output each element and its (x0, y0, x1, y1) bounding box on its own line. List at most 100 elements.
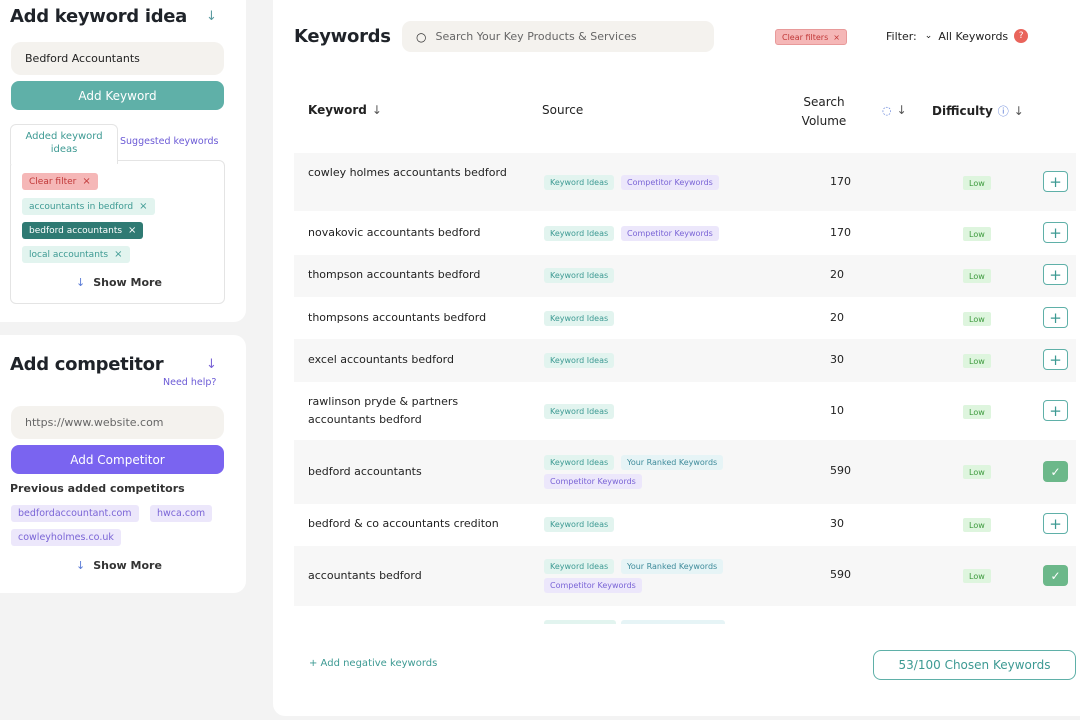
keyword-cell: bedford & co accountants crediton (308, 517, 499, 530)
add-keyword-row-button[interactable]: + (1043, 400, 1068, 421)
keyword-chip[interactable]: accountants in bedford × (22, 198, 155, 215)
table-row: excel accountants bedford Keyword Ideas … (294, 339, 1076, 382)
column-header-label: Search (803, 95, 845, 109)
column-header-source: Source (542, 103, 584, 117)
chevron-down-icon: ⌄ (924, 31, 933, 41)
difficulty-badge: Low (963, 227, 991, 241)
source-tag: Competitor Keywords (544, 578, 642, 593)
competitor-chip[interactable]: bedfordaccountant.com (11, 505, 139, 522)
source-tag: Keyword Ideas (544, 455, 615, 470)
plus-icon: + (1049, 308, 1062, 327)
need-help-link[interactable]: Need help? (163, 377, 216, 388)
clear-filter-label: Clear filter (29, 176, 77, 187)
add-keyword-row-button[interactable]: + (1043, 171, 1068, 192)
search-volume-cell: 170 (830, 226, 851, 239)
arrow-down-icon: ↓ (76, 559, 86, 572)
source-tag: Your Ranked Keywords (621, 559, 724, 574)
close-icon[interactable]: × (114, 249, 122, 260)
competitor-chip[interactable]: cowleyholmes.co.uk (11, 529, 121, 546)
clear-filters-button[interactable]: Clear filters × (775, 29, 847, 45)
difficulty-badge: Low (963, 465, 991, 479)
info-icon[interactable]: ◌ (882, 104, 892, 117)
close-icon[interactable]: × (139, 201, 147, 212)
search-volume-cell: 30 (830, 353, 844, 366)
difficulty-badge: Low (963, 269, 991, 283)
source-tag: Competitor Keywords (544, 474, 642, 489)
keyword-chip[interactable]: local accountants × (22, 246, 130, 263)
keyword-added-button[interactable]: ✓ (1043, 461, 1068, 482)
sort-icon[interactable]: ↓ (372, 103, 382, 117)
filter-value: All Keywords (938, 29, 1009, 43)
difficulty-badge: Low (963, 354, 991, 368)
plus-icon: + (1049, 514, 1062, 533)
close-icon[interactable]: × (82, 176, 90, 187)
chosen-keywords-button[interactable]: 53/100 Chosen Keywords (873, 650, 1076, 680)
difficulty-badge: Low (963, 518, 991, 532)
keyword-cell: bedford accountants (308, 465, 422, 478)
source-tag: Keyword Ideas (544, 311, 615, 326)
filter-label: Filter: (886, 29, 917, 43)
sort-icon[interactable]: ↓ (897, 103, 907, 117)
volume-sort-controls[interactable]: ◌ ↓ (877, 103, 907, 117)
arrow-down-icon: ↓ (76, 276, 86, 289)
source-tag: Keyword Ideas (544, 353, 615, 368)
clear-filter-chip[interactable]: Clear filter × (22, 173, 98, 190)
search-volume-cell: 20 (830, 311, 844, 324)
search-volume-cell: 170 (830, 175, 851, 188)
close-icon[interactable]: × (128, 225, 136, 236)
info-icon[interactable]: ⓘ (998, 105, 1009, 118)
column-header-search-volume[interactable]: Search Volume (798, 93, 850, 131)
table-row-clipped (294, 616, 1076, 624)
filter-dropdown[interactable]: Filter: ⌄ All Keywords ? (886, 29, 1029, 43)
add-keyword-row-button[interactable]: + (1043, 307, 1068, 328)
search-volume-cell: 590 (830, 464, 851, 477)
table-row: rawlinson pryde & partners accountants b… (294, 382, 1076, 440)
source-tag: Competitor Keywords (621, 226, 719, 241)
column-header-label: Volume (801, 114, 847, 128)
tab-suggested-keywords[interactable]: Suggested keywords (120, 136, 218, 147)
difficulty-badge: Low (963, 405, 991, 419)
sort-icon[interactable]: ↓ (1014, 104, 1024, 118)
search-volume-cell: 590 (830, 568, 851, 581)
plus-icon: + (1049, 265, 1062, 284)
keyword-chip[interactable]: bedford accountants × (22, 222, 144, 239)
table-row: thompson accountants bedford Keyword Ide… (294, 255, 1076, 297)
keyword-chip-label: bedford accountants (29, 225, 123, 236)
competitor-url-input[interactable]: https://www.website.com (11, 406, 224, 439)
table-row: thompsons accountants bedford Keyword Id… (294, 297, 1076, 339)
keyword-cell: cowley holmes accountants bedford (308, 166, 507, 179)
source-tag: Your Ranked Keywords (621, 455, 724, 470)
add-keyword-row-button[interactable]: + (1043, 349, 1068, 370)
keyword-cell: accountants bedford (308, 569, 422, 582)
show-more-keywords[interactable]: ↓ Show More (76, 276, 162, 289)
table-row: bedford accountants Keyword Ideas Your R… (294, 440, 1076, 504)
add-keyword-row-button[interactable]: + (1043, 513, 1068, 534)
add-keyword-row-button[interactable]: + (1043, 222, 1068, 243)
add-keyword-row-button[interactable]: + (1043, 264, 1068, 285)
show-more-competitors[interactable]: ↓ Show More (76, 559, 162, 572)
competitor-chip[interactable]: hwca.com (150, 505, 213, 522)
keyword-chip-label: local accountants (29, 249, 109, 260)
keyword-cell: rawlinson pryde & partners accountants b… (308, 395, 459, 426)
check-icon: ✓ (1050, 568, 1061, 583)
tab-added-keyword-ideas[interactable]: Added keyword ideas (10, 124, 118, 164)
clear-filters-label: Clear filters (782, 32, 829, 42)
add-keyword-button[interactable]: Add Keyword (11, 81, 224, 110)
column-header-difficulty[interactable]: Difficulty ⓘ ↓ (932, 103, 1024, 119)
table-row: cowley holmes accountants bedford Keywor… (294, 153, 1076, 211)
search-input[interactable]: ○ Search Your Key Products & Services (402, 21, 714, 52)
add-negative-keywords-link[interactable]: + Add negative keywords (309, 658, 437, 669)
add-competitor-button[interactable]: Add Competitor (11, 445, 224, 474)
help-icon[interactable]: ? (1014, 29, 1029, 43)
keyword-cell: novakovic accountants bedford (308, 226, 481, 239)
page-title: Keywords (294, 26, 391, 47)
source-tag: Keyword Ideas (544, 517, 615, 532)
arrow-down-icon[interactable]: ↓ (206, 357, 217, 372)
column-header-keyword[interactable]: Keyword ↓ (308, 103, 382, 117)
close-icon[interactable]: × (833, 33, 840, 42)
plus-icon: + (1049, 172, 1062, 191)
arrow-down-icon[interactable]: ↓ (206, 9, 217, 24)
keyword-added-button[interactable]: ✓ (1043, 565, 1068, 586)
keyword-input[interactable]: Bedford Accountants (11, 42, 224, 75)
keyword-chip-label: accountants in bedford (29, 201, 134, 212)
